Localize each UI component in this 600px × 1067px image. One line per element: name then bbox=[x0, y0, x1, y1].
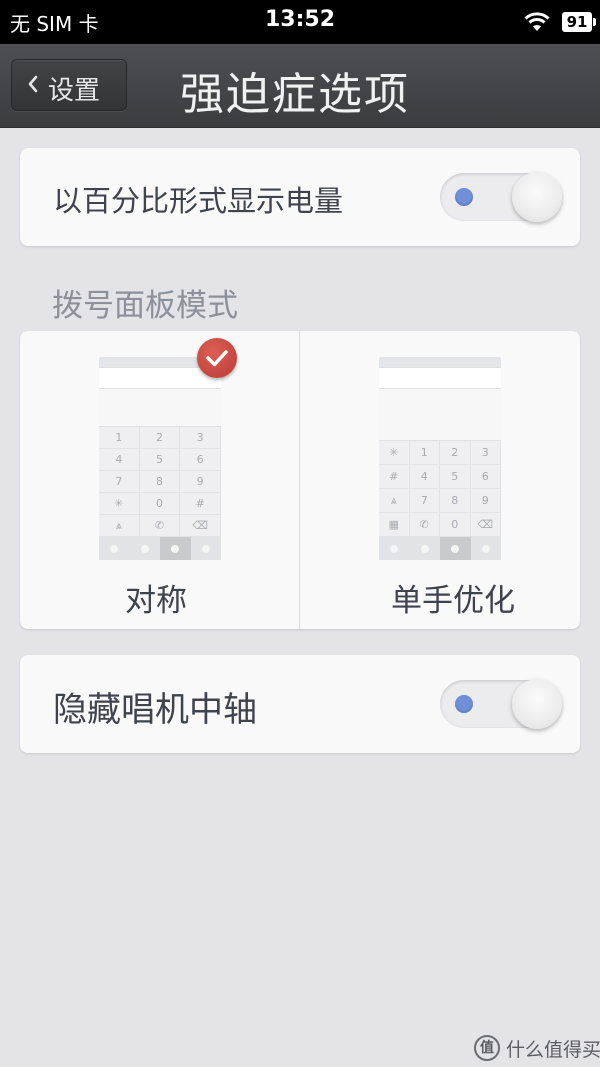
preview-key: 3 bbox=[180, 427, 221, 449]
back-button-label: 设置 bbox=[48, 76, 101, 106]
preview-key: 8 bbox=[440, 489, 471, 513]
preview-key: 9 bbox=[180, 471, 221, 493]
title-bar: 设置 强迫症选项 bbox=[0, 44, 600, 128]
wifi-icon bbox=[524, 12, 550, 31]
preview-key: ▦ bbox=[379, 513, 410, 537]
watermark-logo: 值 bbox=[474, 1035, 500, 1061]
preview-nav-dot bbox=[99, 537, 130, 560]
page-title: 强迫症选项 bbox=[180, 69, 410, 120]
status-bar: 无 SIM 卡 13:52 91 bbox=[0, 0, 600, 44]
dialpad-mode-card: 1 2 3 4 5 6 7 8 9 ✳ 0 # ⩓ ✆ ⌫ 对称 ✳ 1 2 3 #4 5 6 ⩓ 7 8 9 ▦ ✆ 0 ⌫ bbox=[20, 331, 580, 629]
dialpad-option-one-handed[interactable]: ✳ 1 2 3 #4 5 6 ⩓ 7 8 9 ▦ ✆ 0 ⌫ 单手优化 bbox=[300, 331, 580, 629]
preview-status-strip bbox=[379, 357, 501, 367]
dialpad-option-symmetric[interactable]: 1 2 3 4 5 6 7 8 9 ✳ 0 # ⩓ ✆ ⌫ 对称 bbox=[20, 331, 299, 629]
preview-nav-dot bbox=[471, 537, 502, 560]
battery-percent-label: 以百分比形式显示电量 bbox=[53, 184, 344, 218]
preview-key: 7 bbox=[99, 471, 140, 493]
toggle-knob[interactable] bbox=[512, 679, 562, 729]
preview-nav-dot-active bbox=[440, 537, 471, 560]
preview-input-bar bbox=[379, 367, 501, 389]
preview-nav-dot-active bbox=[160, 537, 191, 560]
symmetric-option-label: 对称 bbox=[125, 583, 187, 619]
preview-key: 5 bbox=[139, 449, 181, 471]
preview-key: ⩓ bbox=[379, 489, 410, 513]
toggle-indicator-dot bbox=[455, 188, 473, 206]
battery-percent-toggle[interactable] bbox=[440, 172, 562, 222]
preview-key: 4 bbox=[409, 465, 440, 489]
preview-keypad: 1 2 3 4 5 6 7 8 9 ✳ 0 # ⩓ ✆ ⌫ bbox=[99, 427, 221, 537]
toggle-indicator-dot bbox=[455, 695, 473, 713]
preview-key: 0 bbox=[139, 493, 181, 515]
preview-nav-bar bbox=[379, 537, 501, 560]
preview-key: 0 bbox=[440, 513, 471, 537]
preview-key: 6 bbox=[180, 449, 221, 471]
preview-display bbox=[99, 389, 221, 427]
preview-key: 9 bbox=[470, 489, 501, 513]
preview-key: ⌫ bbox=[470, 513, 501, 537]
back-button[interactable]: 设置 bbox=[11, 59, 127, 111]
battery-percent-card: 以百分比形式显示电量 bbox=[20, 148, 580, 246]
preview-nav-dot bbox=[130, 537, 161, 560]
preview-key: 2 bbox=[440, 441, 471, 465]
chevron-left-icon bbox=[28, 75, 38, 93]
preview-key: 2 bbox=[139, 427, 181, 449]
symmetric-dialpad-preview: 1 2 3 4 5 6 7 8 9 ✳ 0 # ⩓ ✆ ⌫ bbox=[99, 357, 221, 560]
preview-key: 1 bbox=[99, 427, 140, 449]
preview-key: ⩓ bbox=[99, 515, 140, 537]
dialpad-section-header: 拨号面板模式 bbox=[52, 288, 238, 324]
preview-key: 5 bbox=[440, 465, 471, 489]
preview-key: 6 bbox=[470, 465, 501, 489]
preview-nav-dot bbox=[410, 537, 441, 560]
preview-key: ✳ bbox=[379, 441, 410, 465]
preview-key: ✆ bbox=[409, 513, 440, 537]
preview-nav-dot bbox=[191, 537, 222, 560]
one-handed-dialpad-preview: ✳ 1 2 3 #4 5 6 ⩓ 7 8 9 ▦ ✆ 0 ⌫ bbox=[379, 357, 501, 560]
preview-key: 3 bbox=[470, 441, 501, 465]
preview-display bbox=[379, 389, 501, 441]
preview-keypad: ✳ 1 2 3 #4 5 6 ⩓ 7 8 9 ▦ ✆ 0 ⌫ bbox=[379, 441, 501, 537]
hide-axis-card: 隐藏唱机中轴 bbox=[20, 655, 580, 753]
preview-key: 1 bbox=[409, 441, 440, 465]
preview-key: ✆ bbox=[139, 515, 181, 537]
battery-indicator: 91 bbox=[562, 12, 596, 32]
preview-key: 8 bbox=[139, 471, 181, 493]
selected-check-icon bbox=[197, 338, 237, 378]
preview-key: ⌫ bbox=[180, 515, 221, 537]
preview-key: # bbox=[180, 493, 221, 515]
preview-key: 7 bbox=[409, 489, 440, 513]
hide-axis-label: 隐藏唱机中轴 bbox=[53, 690, 257, 730]
preview-nav-bar bbox=[99, 537, 221, 560]
one-handed-option-label: 单手优化 bbox=[391, 583, 515, 619]
preview-key: # bbox=[379, 465, 410, 489]
preview-key: ✳ bbox=[99, 493, 140, 515]
clock: 13:52 bbox=[264, 7, 336, 32]
preview-nav-dot bbox=[379, 537, 410, 560]
toggle-knob[interactable] bbox=[512, 172, 562, 222]
watermark-text: 什么值得买 bbox=[506, 1039, 600, 1061]
hide-axis-toggle[interactable] bbox=[440, 679, 562, 729]
preview-key: 4 bbox=[99, 449, 140, 471]
